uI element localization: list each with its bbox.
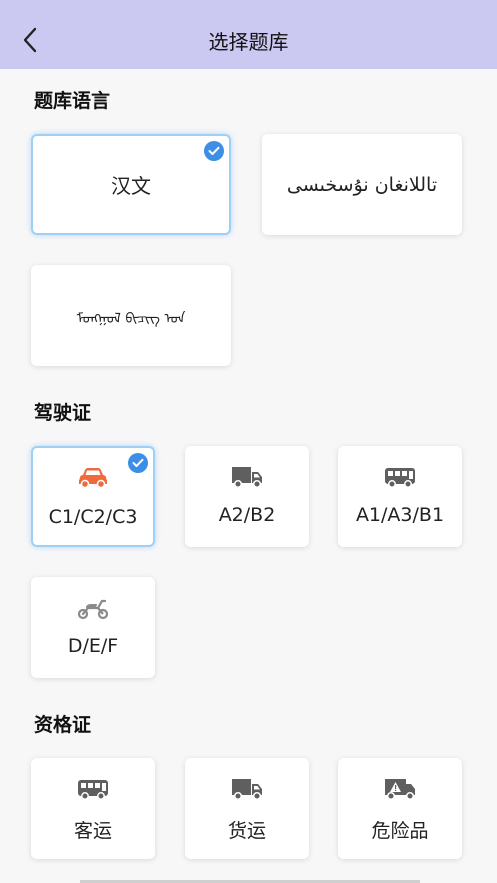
section-title-qualification: 资格证 bbox=[34, 714, 92, 736]
language-option-mongolian[interactable]: ᠮᠣᠩᠭᠣᠯ ᠪᠢᠴᠢᠭ᠌ ᠤᠨ bbox=[31, 265, 231, 366]
bus-icon bbox=[78, 780, 108, 800]
qualification-option-passenger[interactable]: 客运 bbox=[31, 758, 155, 859]
section-title-language: 题库语言 bbox=[34, 90, 111, 112]
qualification-label: 危险品 bbox=[371, 820, 429, 842]
language-label: ᠮᠣᠩᠭᠣᠯ ᠪᠢᠴᠢᠭ᠌ ᠤᠨ bbox=[76, 310, 186, 327]
bus-icon bbox=[385, 468, 415, 488]
license-option-a2b2[interactable]: A2/B2 bbox=[185, 446, 309, 547]
qualification-option-hazardous[interactable]: 危险品 bbox=[338, 758, 462, 859]
truck-icon bbox=[232, 467, 262, 489]
language-option-uyghur[interactable]: تاللانغان نۇسخىسى bbox=[262, 134, 462, 235]
license-option-a1a3b1[interactable]: A1/A3/B1 bbox=[338, 446, 462, 547]
language-option-chinese[interactable]: 汉文 bbox=[31, 134, 231, 235]
language-label: 汉文 bbox=[111, 174, 151, 198]
car-icon bbox=[79, 468, 107, 489]
language-label: تاللانغان نۇسخىسى bbox=[286, 173, 438, 196]
truck-icon bbox=[232, 779, 262, 801]
license-label: A2/B2 bbox=[218, 504, 276, 526]
motorcycle-icon bbox=[77, 599, 109, 620]
license-label: A1/A3/B1 bbox=[355, 504, 445, 526]
section-title-license: 驾驶证 bbox=[34, 402, 92, 424]
license-option-c1c2c3[interactable]: C1/C2/C3 bbox=[31, 446, 155, 547]
license-label: C1/C2/C3 bbox=[48, 506, 138, 528]
top-bar: 选择题库 bbox=[0, 0, 497, 69]
check-icon bbox=[204, 141, 224, 161]
check-icon bbox=[128, 453, 148, 473]
qualification-label: 货运 bbox=[227, 820, 266, 842]
license-option-def[interactable]: D/E/F bbox=[31, 577, 155, 678]
license-label: D/E/F bbox=[67, 635, 119, 657]
qualification-label: 客运 bbox=[73, 820, 112, 842]
qualification-option-freight[interactable]: 货运 bbox=[185, 758, 309, 859]
page-title: 选择题库 bbox=[208, 30, 289, 54]
hazard-truck-icon bbox=[385, 779, 415, 801]
